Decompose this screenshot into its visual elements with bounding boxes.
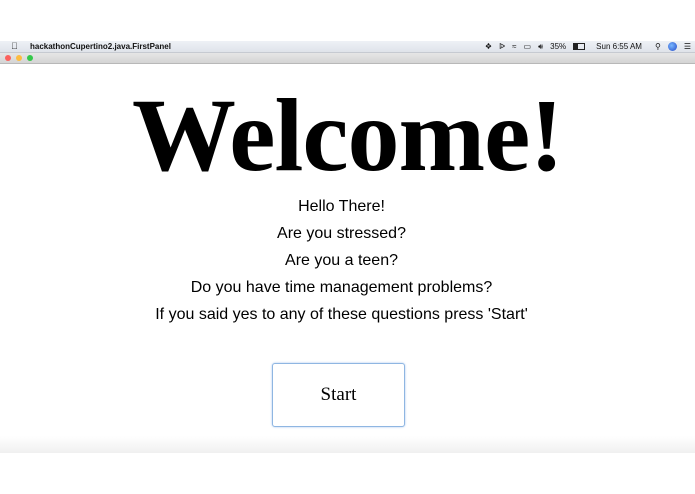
first-panel: Welcome! Hello There! Are you stressed? … [0,64,695,452]
clock[interactable]: Sun 6:55 AM [596,41,642,52]
status-area: ❖ ᐉ ≈ ▭ 🔊︎ 35% Sun 6:55 AM ⚲ ☰ [485,41,691,52]
teen-question: Are you a teen? [285,252,398,269]
menu-bar:  hackathonCupertino2.java.FirstPanel ❖ … [0,41,695,53]
battery-icon[interactable] [573,43,586,50]
minimize-window-button[interactable] [16,55,22,61]
notification-center-icon[interactable]: ☰ [684,41,691,52]
siri-icon[interactable] [667,42,677,51]
volume-icon[interactable]: 🔊︎ [538,41,543,52]
airplay-icon[interactable]: ▭ [524,41,532,52]
close-window-button[interactable] [5,55,11,61]
window-bottom-edge [0,436,695,453]
search-icon[interactable]: ⚲ [655,41,661,52]
stressed-question: Are you stressed? [277,225,406,242]
instruction-line: If you said yes to any of these question… [155,306,528,323]
welcome-heading: Welcome! [132,78,564,193]
greeting-line: Hello There! [298,198,385,215]
battery-percent: 35% [550,42,567,51]
window-titlebar [0,53,695,64]
apple-icon[interactable]:  [11,41,18,52]
start-button[interactable]: Start [272,363,405,427]
wifi-icon[interactable]: ≈ [512,41,516,52]
zoom-window-button[interactable] [27,55,33,61]
bluetooth-icon[interactable]: ᐉ [499,41,505,52]
dropbox-icon[interactable]: ❖ [485,41,492,52]
time-management-question: Do you have time management problems? [190,279,493,296]
app-title[interactable]: hackathonCupertino2.java.FirstPanel [30,41,171,52]
